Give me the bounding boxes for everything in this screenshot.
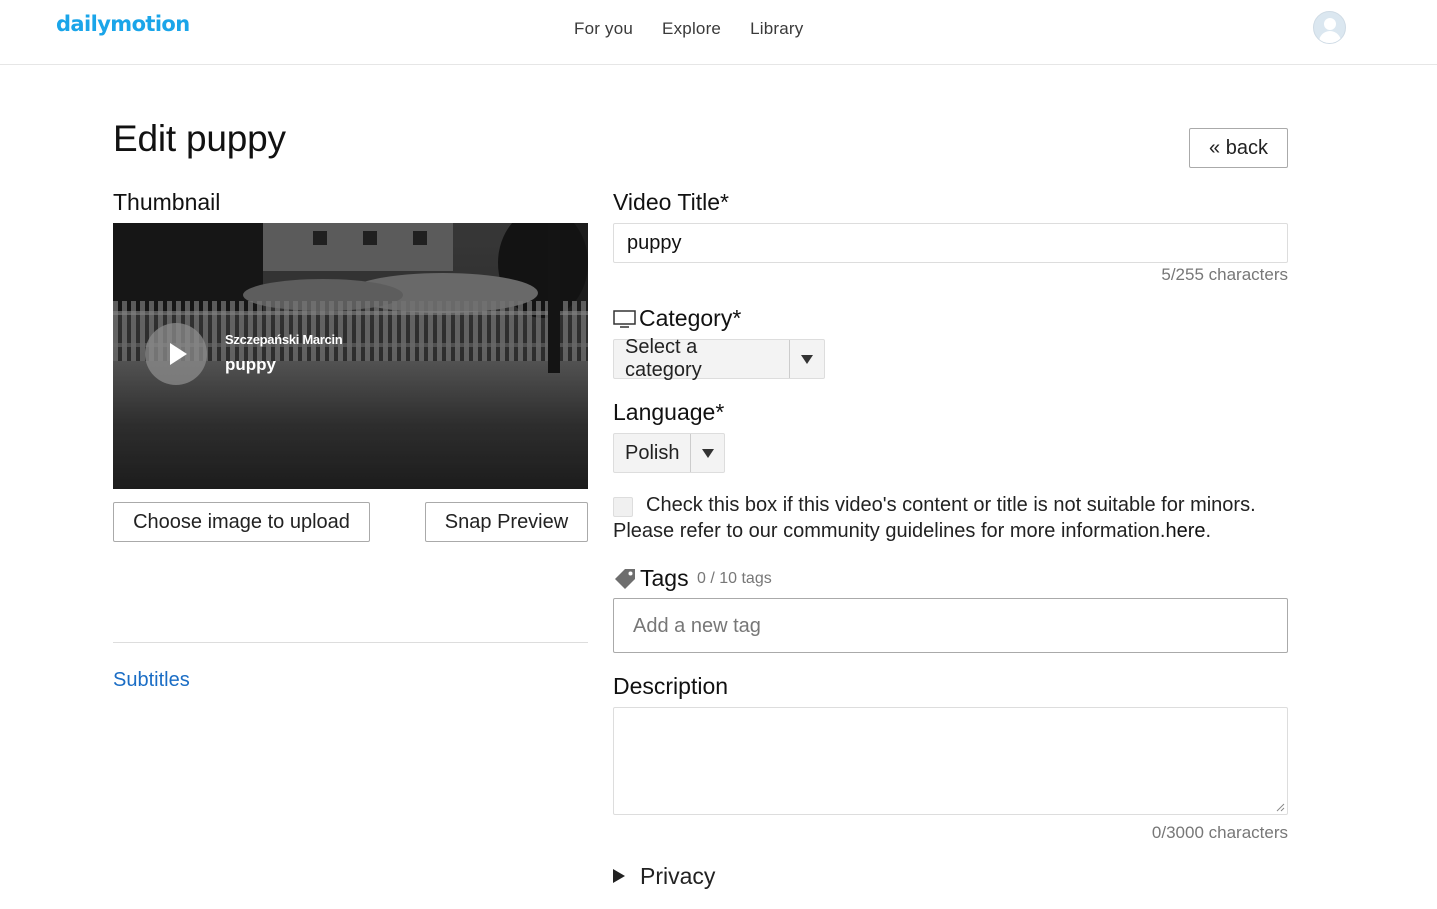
thumbnail-author: Szczepański Marcin: [225, 332, 343, 347]
tag-input[interactable]: Add a new tag: [613, 598, 1288, 653]
choose-image-button[interactable]: Choose image to upload: [113, 502, 370, 542]
nav-library[interactable]: Library: [750, 18, 803, 40]
triangle-right-icon[interactable]: [613, 869, 625, 883]
tv-icon: [613, 310, 636, 328]
privacy-toggle[interactable]: Privacy: [640, 863, 715, 890]
play-icon[interactable]: [145, 323, 207, 385]
video-title-label: Video Title*: [613, 189, 729, 215]
guidelines-text: Please refer to our community guidelines…: [613, 520, 1211, 543]
divider: [113, 642, 588, 643]
thumbnail-video-title: puppy: [225, 355, 276, 374]
nav-for-you[interactable]: For you: [574, 18, 633, 40]
category-select[interactable]: Select a category: [613, 336, 825, 381]
minors-text: Check this box if this video's content o…: [646, 494, 1256, 516]
avatar-body: [1319, 31, 1341, 43]
avatar-head: [1324, 18, 1336, 30]
language-label: Language*: [613, 399, 725, 425]
tags-count: 0 / 10 tags: [697, 570, 772, 587]
back-button[interactable]: « back: [1189, 128, 1288, 168]
dailymotion-logo[interactable]: dailymotion: [56, 12, 190, 36]
avatar-icon[interactable]: [1313, 11, 1346, 44]
video-title-input[interactable]: puppy: [613, 223, 1288, 263]
guidelines-period: .: [1205, 520, 1212, 542]
chevron-down-icon[interactable]: [789, 340, 824, 378]
top-bar: dailymotion For you Explore Library: [0, 0, 1437, 65]
resize-handle-icon[interactable]: [1276, 803, 1285, 812]
tag-icon: [615, 569, 635, 589]
category-selected-value: Select a category: [625, 336, 702, 381]
category-label: Category*: [639, 305, 742, 331]
minors-checkbox[interactable]: [613, 497, 633, 517]
description-label: Description: [613, 673, 729, 699]
description-character-counter: 0/3000 characters: [1151, 823, 1288, 842]
nav-explore[interactable]: Explore: [662, 18, 721, 40]
title-character-counter: 5/255 characters: [1161, 265, 1288, 284]
main-nav: For you Explore Library: [574, 18, 832, 40]
snap-preview-button[interactable]: Snap Preview: [425, 502, 588, 542]
language-select[interactable]: Polish: [613, 433, 725, 473]
chevron-down-icon[interactable]: [690, 434, 724, 472]
thumbnail-label: Thumbnail: [113, 189, 221, 215]
tags-label: Tags: [640, 565, 689, 591]
guidelines-link[interactable]: here: [1165, 520, 1205, 542]
guidelines-sentence: Please refer to our community guidelines…: [613, 520, 1166, 542]
description-textarea[interactable]: [613, 707, 1288, 815]
page-title: Edit puppy: [113, 118, 286, 159]
thumbnail-preview[interactable]: Szczepański Marcin puppy: [113, 223, 588, 489]
language-selected-value: Polish: [625, 441, 680, 464]
subtitles-link[interactable]: Subtitles: [113, 669, 190, 692]
